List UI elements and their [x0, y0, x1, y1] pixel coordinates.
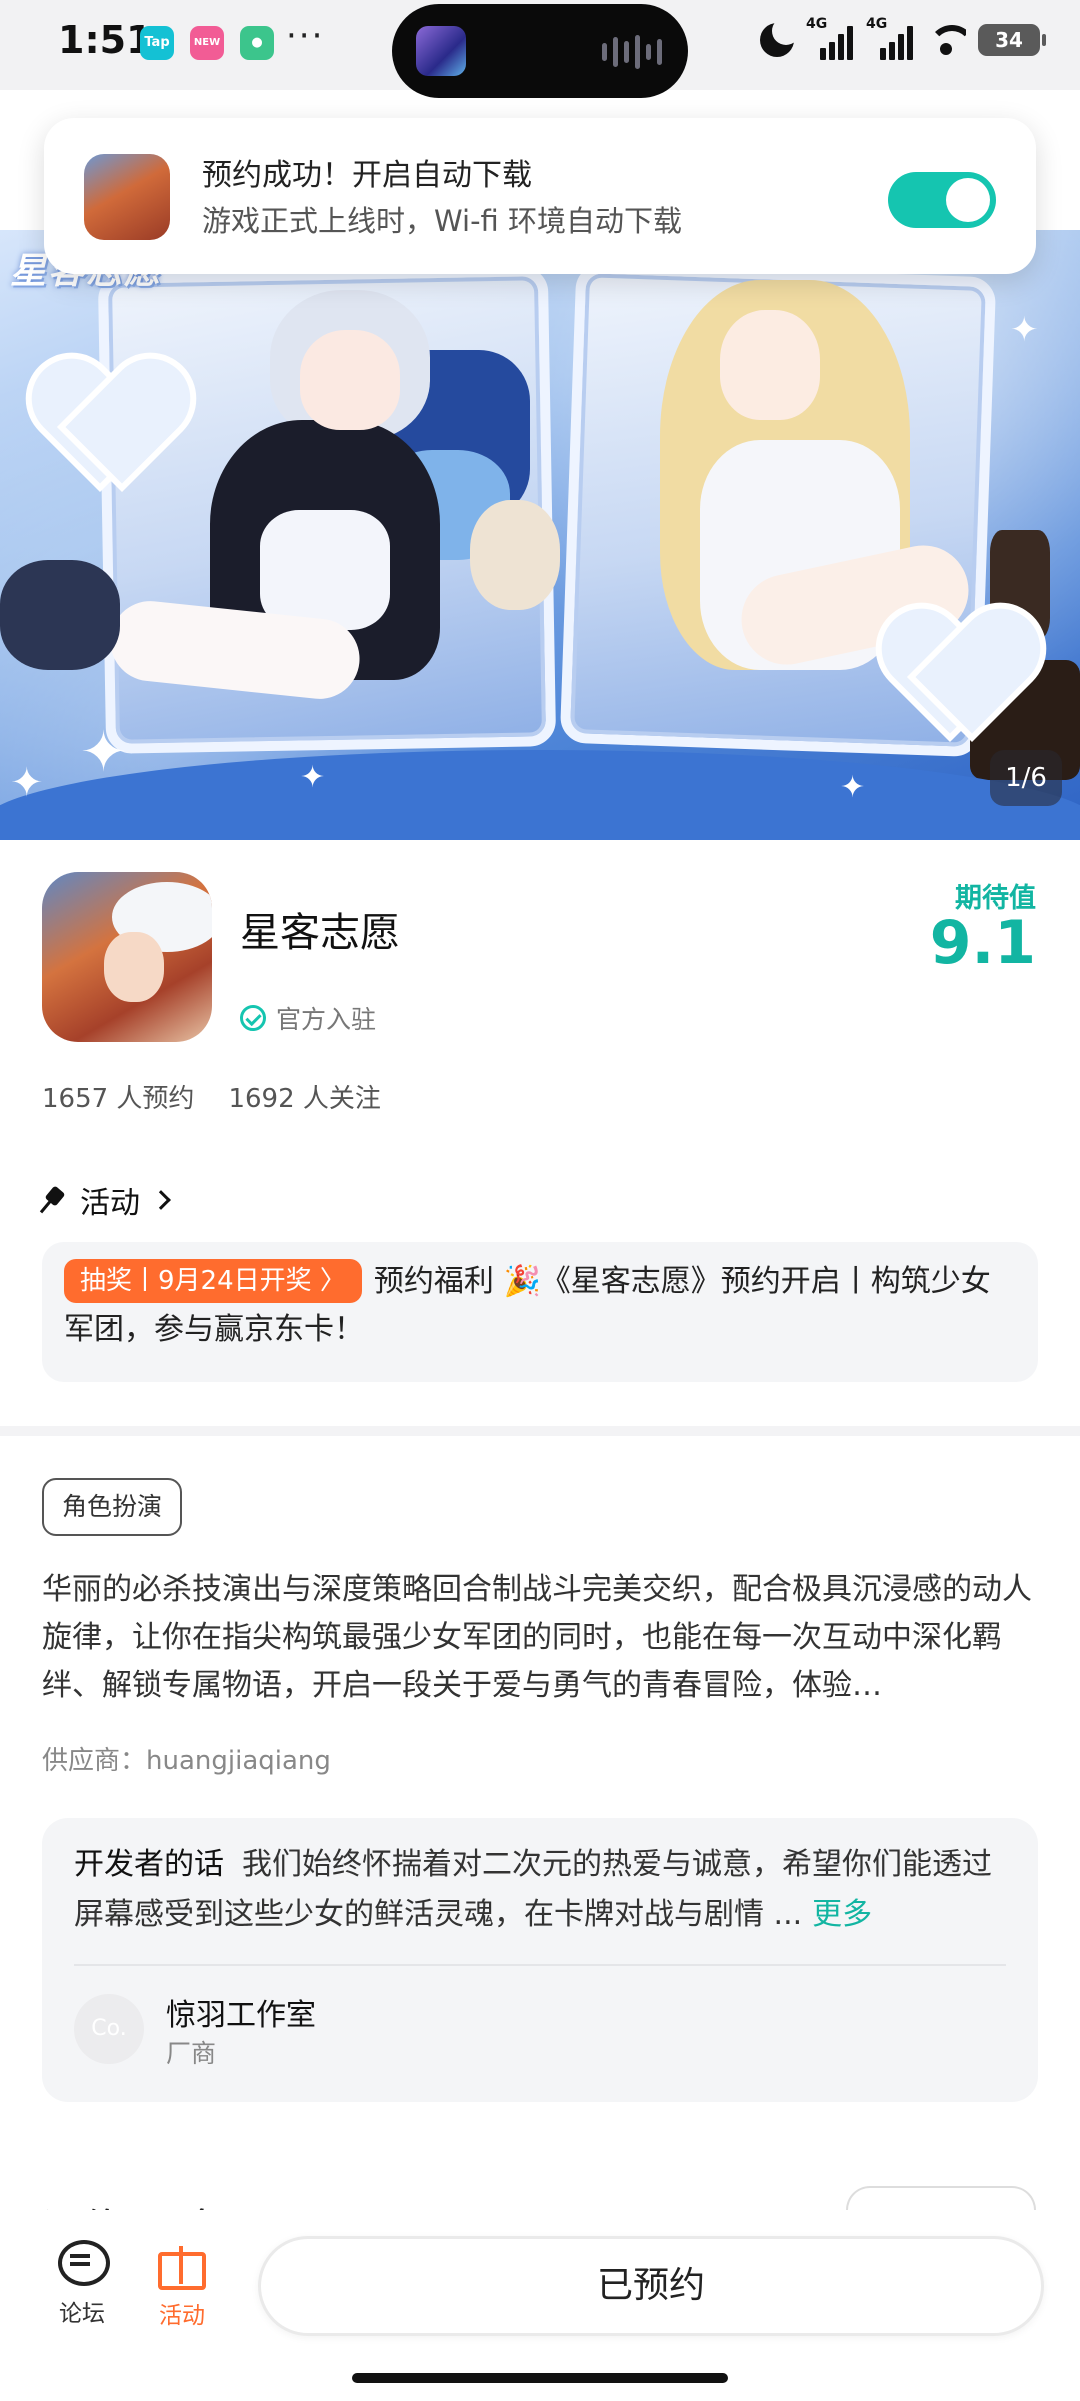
battery-icon: 34: [978, 24, 1046, 56]
audio-wave-icon: [602, 34, 662, 70]
network-type-label: 4G: [866, 16, 888, 32]
signal-icon-2: 4G: [866, 16, 914, 60]
character-illustration: [300, 330, 400, 430]
mi-icon: NEW: [190, 26, 224, 60]
sparkle-icon: ✦: [1010, 310, 1039, 350]
game-description[interactable]: 华丽的必杀技演出与深度策略回合制战斗完美交织，配合极具沉浸感的动人旋律，让你在指…: [42, 1566, 1038, 1710]
developer-note-card[interactable]: 开发者的话 我们始终怀揣着对二次元的热爱与诚意，希望你们能透过屏幕感受到这些少女的…: [42, 1818, 1038, 2102]
activity-card[interactable]: 抽奖丨9月24日开奖 〉预约福利 🎉《星客志愿》预约开启丨构筑少女军团，参与赢京…: [42, 1242, 1038, 1382]
nav-forum-label: 论坛: [59, 2301, 105, 2327]
taptap-icon: Tap: [140, 26, 174, 60]
wifi-icon: [926, 25, 966, 55]
follower-count: 1692 人关注: [228, 1084, 381, 1114]
more-link[interactable]: 更多: [812, 1897, 872, 1932]
home-indicator[interactable]: [352, 2373, 728, 2383]
studio-role: 厂商: [166, 2039, 217, 2068]
nav-activity-label: 活动: [159, 2303, 205, 2329]
heart-frame-icon: [30, 360, 180, 490]
more-notifications-icon: ···: [286, 16, 325, 56]
game-title: 星客志愿: [240, 910, 400, 956]
teddy-bear-illustration: [470, 500, 560, 610]
toast-subtitle: 游戏正式上线时，Wi-fi 环境自动下载: [202, 204, 683, 238]
developer-note-heading: 开发者的话: [74, 1847, 224, 1882]
sparkle-icon: ✦: [840, 770, 866, 805]
studio-name[interactable]: 惊羽工作室: [166, 1990, 316, 2034]
activity-section-header[interactable]: 活动: [42, 1178, 171, 1222]
screenshot-carousel[interactable]: 星客志愿 ✦ ✦ ✦ ✦ ✦ 1/6: [0, 230, 1080, 840]
dynamic-island[interactable]: [392, 4, 688, 98]
carousel-pager: 1/6: [990, 750, 1062, 806]
divider: [74, 1964, 1006, 1966]
character-illustration: [260, 510, 390, 630]
game-stats: 1657 人预约 1692 人关注: [42, 1078, 381, 1115]
forum-icon: [56, 2240, 110, 2286]
sparkle-icon: ✦: [80, 720, 127, 785]
lottery-badge: 抽奖丨9月24日开奖 〉: [64, 1259, 362, 1303]
game-icon: [42, 872, 212, 1042]
game-icon-art: [104, 932, 164, 1002]
section-divider: [0, 1426, 1080, 1436]
check-circle-icon: [240, 1005, 266, 1031]
status-indicators: 4G 4G 34: [760, 16, 1046, 60]
genre-tag[interactable]: 角色扮演: [42, 1478, 183, 1536]
company-avatar[interactable]: Co.: [74, 1994, 144, 2064]
do-not-disturb-icon: [760, 17, 800, 57]
tea-table-illustration: [0, 560, 120, 670]
character-illustration: [720, 310, 820, 420]
sparkle-icon: ✦: [300, 760, 326, 795]
reservation-count: 1657 人预约: [42, 1084, 195, 1114]
supplier-text: 供应商：huangjiaqiang: [42, 1746, 331, 1776]
status-time: 1:51: [58, 18, 153, 62]
chevron-right-icon: [151, 1190, 171, 1210]
verified-label: 官方入驻: [276, 1005, 377, 1034]
nav-forum[interactable]: 论坛: [32, 2240, 132, 2328]
expectation-score: 9.1: [929, 908, 1036, 978]
app-icon: ●: [240, 26, 274, 60]
booked-button[interactable]: 已预约: [258, 2236, 1044, 2336]
official-verified: 官方入驻: [240, 1000, 376, 1036]
game-icon-small: [84, 154, 170, 240]
gift-icon: [158, 2240, 206, 2290]
toast-title: 预约成功！开启自动下载: [202, 158, 532, 193]
auto-download-toggle[interactable]: [888, 172, 996, 228]
sparkle-icon: ✦: [10, 760, 44, 806]
now-playing-artwork: [416, 26, 466, 76]
pin-icon: [42, 1188, 66, 1212]
heart-frame-icon: [880, 610, 1030, 740]
nav-activity[interactable]: 活动: [132, 2240, 232, 2330]
reservation-success-toast[interactable]: 预约成功！开启自动下载 游戏正式上线时，Wi-fi 环境自动下载: [44, 118, 1036, 274]
network-type-label: 4G: [806, 16, 828, 32]
signal-icon-1: 4G: [806, 16, 854, 60]
developer-note: 开发者的话 我们始终怀揣着对二次元的热爱与诚意，希望你们能透过屏幕感受到这些少女的…: [74, 1840, 1010, 1940]
activity-section-title: 活动: [80, 1186, 140, 1221]
